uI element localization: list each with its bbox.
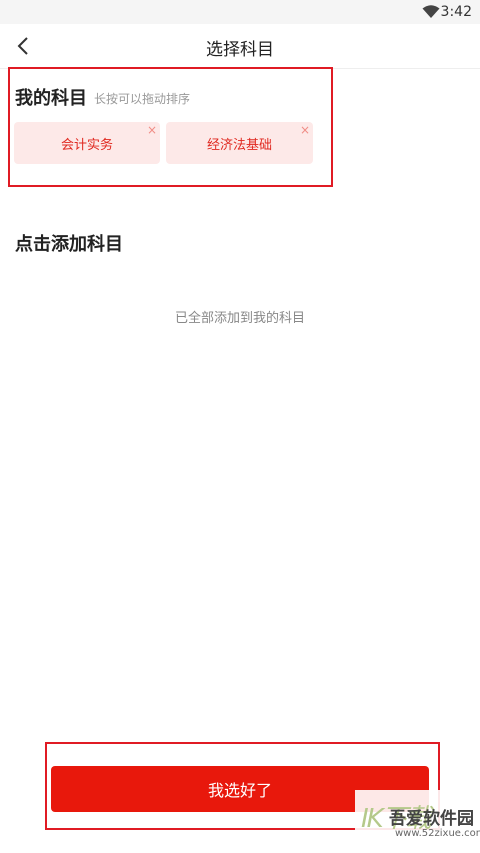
empty-state-text: 已全部添加到我的科目 xyxy=(174,311,305,326)
watermark-url: www.52zixue.com xyxy=(395,828,480,839)
watermark: IK下载 吾爱软件园 www.52zixue.com xyxy=(355,790,480,848)
my-subjects-title: 我的科目 xyxy=(15,88,87,109)
status-time: 3:42 xyxy=(440,4,472,20)
add-subjects-title: 点击添加科目 xyxy=(15,234,123,255)
page-title: 选择科目 xyxy=(206,40,274,60)
subject-chip-label: 经济法基础 xyxy=(206,138,272,153)
subject-chip-accounting[interactable]: 会计实务 × xyxy=(14,122,160,164)
close-icon[interactable]: × xyxy=(147,123,157,137)
status-bar: 3:42 xyxy=(0,0,480,24)
subject-chip-label: 会计实务 xyxy=(60,138,113,153)
nav-bar: 选择科目 xyxy=(0,24,480,69)
close-icon[interactable]: × xyxy=(300,123,310,137)
subject-chip-economic-law[interactable]: 经济法基础 × xyxy=(166,122,313,164)
wifi-icon xyxy=(422,5,440,18)
watermark-title: 吾爱软件园 xyxy=(389,809,474,829)
my-subjects-hint: 长按可以拖动排序 xyxy=(94,92,191,106)
